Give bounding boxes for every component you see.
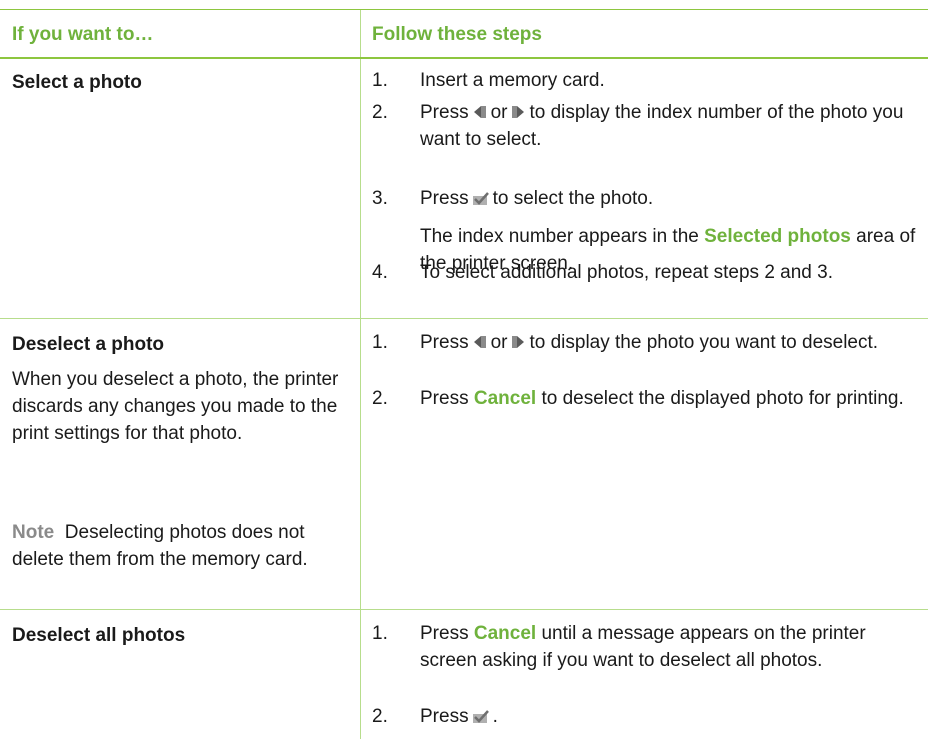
step-number: 2.: [372, 706, 388, 727]
header-follow-steps: Follow these steps: [372, 24, 542, 45]
step-text: Press.: [420, 703, 920, 730]
step-text-part: or: [490, 102, 508, 123]
step-text-part: Press: [420, 332, 469, 353]
step-text-part: Press: [420, 388, 469, 409]
ok-checkmark-icon: [472, 710, 489, 723]
step-text-part: or: [490, 332, 508, 353]
step-text-part: Press: [420, 188, 469, 209]
step-text: Press to select the photo.: [420, 185, 920, 212]
step-text-part: .: [492, 706, 498, 727]
step-text: Insert a memory card.: [420, 70, 605, 91]
right-arrow-icon: [512, 336, 525, 348]
step-number: 1.: [372, 70, 388, 91]
left-arrow-icon: [473, 106, 486, 118]
step-number: 4.: [372, 262, 388, 283]
step-text: Press or to display the index number of th…: [420, 99, 920, 153]
step-text-part: Press: [420, 623, 469, 644]
step-number: 1.: [372, 332, 388, 353]
header-rule: [0, 57, 928, 59]
step-text: Press Cancel to deselect the displayed p…: [420, 385, 920, 412]
header-if-you-want-to: If you want to…: [12, 24, 154, 45]
step-text-part: Press: [420, 102, 469, 123]
note-text: Deselecting photos does not delete them …: [12, 522, 308, 570]
row-title-deselect-all: Deselect all photos: [12, 625, 186, 646]
cancel-button-term: Cancel: [473, 388, 537, 409]
step-text: To select additional photos, repeat step…: [420, 262, 833, 283]
step-number: 2.: [372, 388, 388, 409]
step-text-part: Press: [420, 706, 469, 727]
right-arrow-icon: [512, 106, 525, 118]
row-divider: [0, 318, 928, 319]
note-block: Note Deselecting photos does not delete …: [12, 519, 342, 573]
row-title-deselect-photo: Deselect a photo: [12, 334, 165, 355]
left-arrow-icon: [473, 336, 486, 348]
cancel-button-term: Cancel: [473, 623, 537, 644]
step-number: 2.: [372, 102, 388, 123]
step-text: Press Cancel until a message appears on …: [420, 620, 920, 674]
steps-table: If you want to… Follow these steps Selec…: [0, 0, 928, 739]
selected-photos-term: Selected photos: [704, 226, 851, 247]
step-text-part: to deselect the displayed photo for prin…: [541, 388, 904, 409]
row-title-select-photo: Select a photo: [12, 72, 142, 93]
step-text-part: to select the photo.: [492, 188, 654, 209]
row-description: When you deselect a photo, the printer d…: [12, 369, 339, 444]
step-number: 1.: [372, 623, 388, 644]
ok-checkmark-icon: [472, 192, 489, 205]
subtext-part: The index number appears in the: [420, 226, 699, 247]
step-text: Press or to display the photo you want to …: [420, 329, 920, 356]
column-divider: [360, 10, 361, 739]
row-divider: [0, 609, 928, 610]
note-label: Note: [12, 522, 55, 543]
table-top-rule: [0, 9, 928, 10]
step-number: 3.: [372, 188, 388, 209]
step-text-part: to display the photo you want to deselec…: [529, 332, 879, 353]
